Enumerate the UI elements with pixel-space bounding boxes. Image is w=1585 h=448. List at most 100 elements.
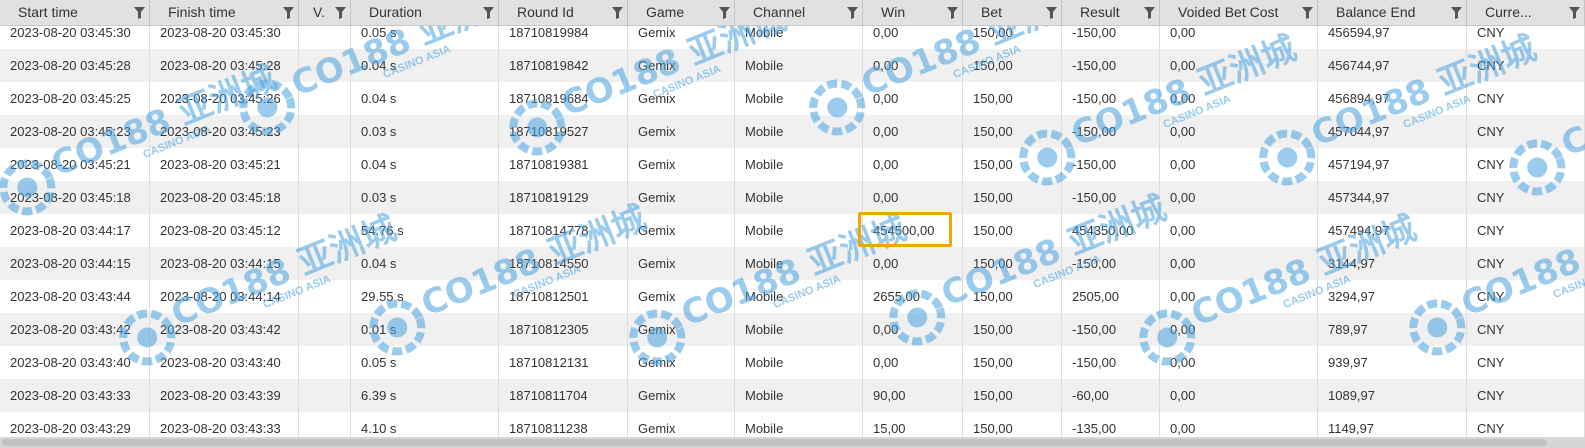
table-row[interactable]: 2023-08-20 03:43:42 2023-08-20 03:43:42 0.… xyxy=(0,313,1585,346)
horizontal-scrollbar[interactable] xyxy=(0,437,1585,448)
table-row[interactable]: 2023-08-20 03:44:17 2023-08-20 03:45:12 54… xyxy=(0,214,1585,247)
cell-balance: 789,97 xyxy=(1318,313,1467,346)
cell-win: 0,00 xyxy=(863,82,963,115)
cell-balance: 457044,97 xyxy=(1318,115,1467,148)
cell-channel: Mobile xyxy=(735,280,863,313)
funnel-filter-icon[interactable] xyxy=(335,7,346,19)
cell-start: 2023-08-20 03:45:23 xyxy=(0,115,150,148)
table-row[interactable]: 2023-08-20 03:43:40 2023-08-20 03:43:40 0.… xyxy=(0,346,1585,379)
cell-duration: 0.01 s xyxy=(351,313,499,346)
cell-bet: 150,00 xyxy=(963,148,1062,181)
funnel-filter-icon[interactable] xyxy=(1144,7,1155,19)
column-header-bet[interactable]: Bet xyxy=(963,0,1062,25)
cell-finish: 2023-08-20 03:45:12 xyxy=(150,214,299,247)
cell-v xyxy=(299,313,351,346)
cell-win: 0,00 xyxy=(863,181,963,214)
cell-result: -60,00 xyxy=(1062,379,1160,412)
cell-currency: CNY xyxy=(1467,181,1585,214)
cell-result: -150,00 xyxy=(1062,313,1160,346)
column-header-balance[interactable]: Balance End xyxy=(1318,0,1467,25)
cell-channel: Mobile xyxy=(735,82,863,115)
cell-win: 0,00 xyxy=(863,49,963,82)
cell-game: Gemix xyxy=(628,49,735,82)
funnel-filter-icon[interactable] xyxy=(1451,7,1462,19)
column-header-label: Voided Bet Cost xyxy=(1178,4,1279,20)
cell-game: Gemix xyxy=(628,181,735,214)
cell-duration: 29.55 s xyxy=(351,280,499,313)
cell-game: Gemix xyxy=(628,148,735,181)
cell-balance: 1089,97 xyxy=(1318,379,1467,412)
cell-win: 0,00 xyxy=(863,346,963,379)
funnel-filter-icon[interactable] xyxy=(283,7,294,19)
cell-duration: 54.76 s xyxy=(351,214,499,247)
cell-voided: 0,00 xyxy=(1160,313,1318,346)
funnel-filter-icon[interactable] xyxy=(719,7,730,19)
table-row[interactable]: 2023-08-20 03:45:25 2023-08-20 03:45:26 0.… xyxy=(0,82,1585,115)
column-header-channel[interactable]: Channel xyxy=(735,0,863,25)
funnel-filter-icon[interactable] xyxy=(1046,7,1057,19)
column-header-voided[interactable]: Voided Bet Cost xyxy=(1160,0,1318,25)
cell-finish: 2023-08-20 03:44:15 xyxy=(150,247,299,280)
cell-channel: Mobile xyxy=(735,346,863,379)
funnel-filter-icon[interactable] xyxy=(134,7,145,19)
column-header-duration[interactable]: Duration xyxy=(351,0,499,25)
column-header-game[interactable]: Game xyxy=(628,0,735,25)
cell-duration: 6.39 s xyxy=(351,379,499,412)
cell-voided: 0,00 xyxy=(1160,379,1318,412)
cell-channel: Mobile xyxy=(735,214,863,247)
cell-balance: 457494,97 xyxy=(1318,214,1467,247)
column-header-label: V. xyxy=(313,4,325,20)
table-row[interactable]: 2023-08-20 03:45:23 2023-08-20 03:45:23 0.… xyxy=(0,115,1585,148)
cell-voided: 0,00 xyxy=(1160,247,1318,280)
cell-finish: 2023-08-20 03:45:28 xyxy=(150,49,299,82)
scrollbar-thumb[interactable] xyxy=(2,439,1547,446)
funnel-filter-icon[interactable] xyxy=(947,7,958,19)
grid-header: Start time Finish time V. Duration Round Id G… xyxy=(0,0,1585,26)
column-header-label: Bet xyxy=(981,4,1003,20)
cell-balance: 3294,97 xyxy=(1318,280,1467,313)
cell-start: 2023-08-20 03:43:33 xyxy=(0,379,150,412)
cell-currency: CNY xyxy=(1467,280,1585,313)
cell-bet: 150,00 xyxy=(963,280,1062,313)
funnel-filter-icon[interactable] xyxy=(1302,7,1313,19)
cell-finish: 2023-08-20 03:45:23 xyxy=(150,115,299,148)
column-header-label: Finish time xyxy=(168,4,236,20)
cell-currency: CNY xyxy=(1467,82,1585,115)
funnel-filter-icon[interactable] xyxy=(483,7,494,19)
column-header-start[interactable]: Start time xyxy=(0,0,150,25)
column-header-v[interactable]: V. xyxy=(299,0,351,25)
column-header-currency[interactable]: Curre... xyxy=(1467,0,1585,25)
cell-balance: 3144,97 xyxy=(1318,247,1467,280)
cell-round: 18710812131 xyxy=(499,346,628,379)
column-header-win[interactable]: Win xyxy=(863,0,963,25)
column-header-label: Result xyxy=(1080,4,1120,20)
cell-voided: 0,00 xyxy=(1160,148,1318,181)
cell-voided: 0,00 xyxy=(1160,214,1318,247)
cell-win: 0,00 xyxy=(863,148,963,181)
column-header-finish[interactable]: Finish time xyxy=(150,0,299,25)
cell-channel: Mobile xyxy=(735,181,863,214)
column-header-label: Curre... xyxy=(1485,4,1532,20)
table-row[interactable]: 2023-08-20 03:45:21 2023-08-20 03:45:21 0.… xyxy=(0,148,1585,181)
funnel-filter-icon[interactable] xyxy=(1569,7,1580,19)
table-row[interactable]: 2023-08-20 03:45:28 2023-08-20 03:45:28 0.… xyxy=(0,49,1585,82)
cell-finish: 2023-08-20 03:45:18 xyxy=(150,181,299,214)
cell-start: 2023-08-20 03:44:17 xyxy=(0,214,150,247)
cell-currency: CNY xyxy=(1467,148,1585,181)
funnel-filter-icon[interactable] xyxy=(847,7,858,19)
cell-start: 2023-08-20 03:43:44 xyxy=(0,280,150,313)
cell-round: 18710819527 xyxy=(499,115,628,148)
column-header-round[interactable]: Round Id xyxy=(499,0,628,25)
column-header-result[interactable]: Result xyxy=(1062,0,1160,25)
column-header-label: Start time xyxy=(18,4,78,20)
funnel-filter-icon[interactable] xyxy=(612,7,623,19)
highlighted-win-cell xyxy=(858,212,952,247)
table-row[interactable]: 2023-08-20 03:45:18 2023-08-20 03:45:18 0.… xyxy=(0,181,1585,214)
table-row[interactable]: 2023-08-20 03:44:15 2023-08-20 03:44:15 0.… xyxy=(0,247,1585,280)
cell-voided: 0,00 xyxy=(1160,115,1318,148)
table-row[interactable]: 2023-08-20 03:43:33 2023-08-20 03:43:39 6.… xyxy=(0,379,1585,412)
cell-currency: CNY xyxy=(1467,115,1585,148)
table-row[interactable]: 2023-08-20 03:43:44 2023-08-20 03:44:14 29… xyxy=(0,280,1585,313)
column-header-label: Balance End xyxy=(1336,4,1416,20)
cell-bet: 150,00 xyxy=(963,247,1062,280)
